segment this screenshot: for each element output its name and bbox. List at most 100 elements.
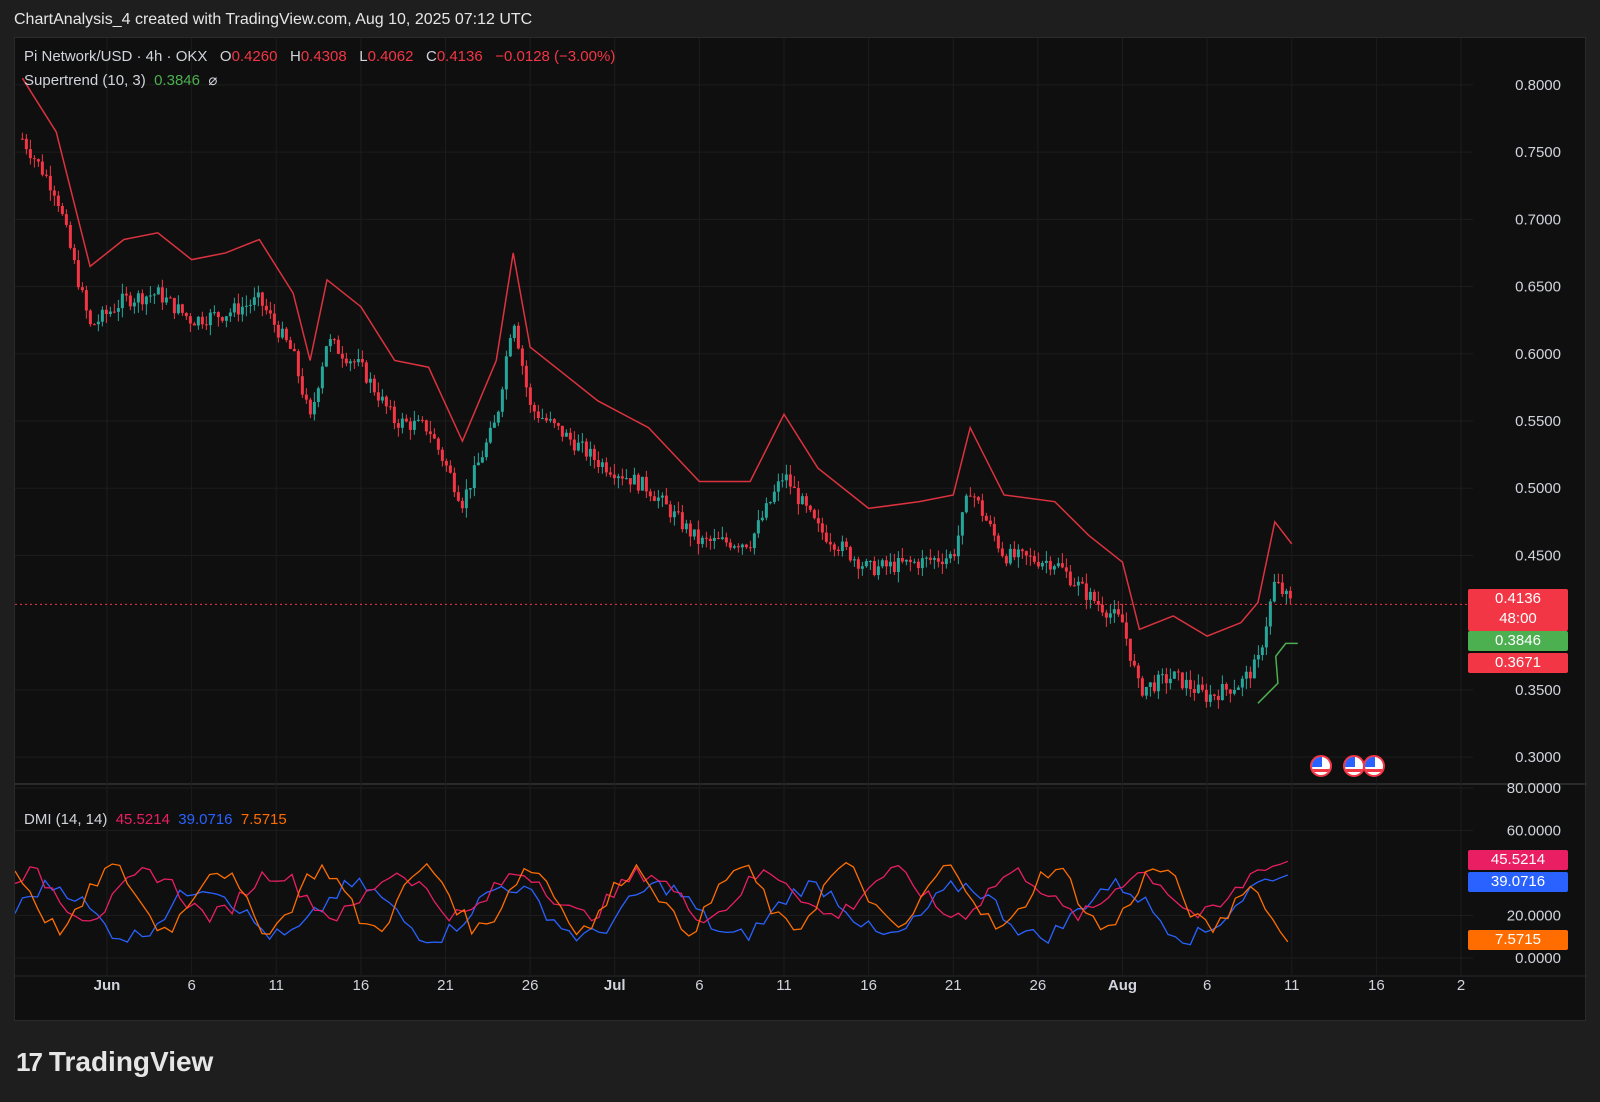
- candle-body: [32, 158, 36, 160]
- candle-body: [108, 311, 112, 315]
- candle-body: [152, 294, 156, 296]
- candle-body: [1016, 549, 1020, 558]
- candle-body: [632, 474, 636, 485]
- time-tick-label: 26: [522, 977, 539, 994]
- candle-body: [1132, 660, 1136, 666]
- dmi-adx-value: 7.5715: [240, 811, 287, 828]
- candle-body: [644, 476, 648, 492]
- change-value: −0.0128 (−3.00%): [495, 48, 616, 65]
- chart-panel[interactable]: Jun 6 11 16 21 26 Jul 6 11 16 21 26 Aug 6 11 16 2 0.8000 0…: [14, 37, 1587, 1022]
- price-tick-label: 0.6500: [1515, 279, 1561, 296]
- dmi-legend[interactable]: DMI (14, 14) 45.5214 39.0716 7.5715: [24, 811, 287, 828]
- candle-body: [376, 392, 380, 401]
- candle-body: [412, 420, 416, 430]
- candle-body: [1144, 686, 1148, 696]
- candle-body: [312, 401, 316, 415]
- candle-body: [524, 365, 528, 388]
- time-tick-label: 16: [860, 977, 877, 994]
- candle-body: [1044, 560, 1048, 563]
- candle-body: [1012, 548, 1016, 558]
- time-tick-label: 2: [1457, 977, 1465, 994]
- candle-body: [1140, 678, 1144, 696]
- us-economic-event-icon[interactable]: [1343, 755, 1365, 777]
- candle-body: [760, 517, 764, 521]
- candle-body: [724, 537, 728, 543]
- candle-body: [208, 312, 212, 326]
- candle-body: [972, 496, 976, 498]
- candle-body: [888, 561, 892, 567]
- candle-body: [248, 304, 252, 306]
- dmi-tick-label: 80.0000: [1507, 780, 1561, 797]
- candle-body: [764, 503, 768, 518]
- candle-body: [792, 486, 796, 488]
- candle-body: [1180, 672, 1184, 689]
- candle-body: [1212, 694, 1216, 696]
- hidden-icon[interactable]: ⌀: [208, 72, 217, 89]
- candle-body: [896, 558, 900, 572]
- candle-body: [1224, 683, 1228, 690]
- dmi-minus-di-tag: 45.5214: [1468, 850, 1568, 870]
- price-tick-label: 0.5000: [1515, 480, 1561, 497]
- us-economic-event-icon[interactable]: [1310, 755, 1332, 777]
- candle-body: [592, 448, 596, 460]
- candle-body: [56, 195, 60, 206]
- candle-body: [176, 304, 180, 314]
- candle-body: [44, 174, 48, 176]
- candle-body: [1048, 560, 1052, 570]
- candle-body: [388, 406, 392, 408]
- candle-body: [736, 546, 740, 548]
- candle-body: [340, 353, 344, 359]
- supertrend-legend[interactable]: Supertrend (10, 3) 0.3846 ⌀: [24, 71, 217, 89]
- candle-body: [1204, 689, 1208, 702]
- candle-body: [664, 495, 668, 505]
- candle-body: [1092, 591, 1096, 601]
- candle-body: [812, 509, 816, 519]
- chart-canvas[interactable]: Jun 6 11 16 21 26 Jul 6 11 16 21 26 Aug 6 11 16 2 0.8000 0…: [15, 38, 1587, 1022]
- candle-body: [280, 328, 284, 338]
- candle-body: [1036, 561, 1040, 567]
- candle-body: [1088, 591, 1092, 600]
- time-tick-label: 6: [187, 977, 195, 994]
- candle-body: [732, 546, 736, 548]
- tradingview-logo[interactable]: 17 TradingView: [16, 1046, 213, 1078]
- candle-body: [932, 558, 936, 560]
- us-economic-event-icon[interactable]: [1363, 755, 1385, 777]
- candle-body: [1108, 613, 1112, 618]
- candle-body: [744, 544, 748, 548]
- candle-body: [628, 478, 632, 485]
- candle-body: [436, 438, 440, 450]
- candle-body: [676, 511, 680, 513]
- candle-body: [1260, 647, 1264, 656]
- candle-body: [288, 340, 292, 349]
- candle-body: [992, 524, 996, 536]
- candle-body: [640, 476, 644, 491]
- candle-body: [840, 541, 844, 551]
- candle-body: [264, 305, 268, 311]
- candle-body: [1164, 674, 1168, 684]
- supertrend-down-line: [21, 77, 1293, 637]
- high-value: 0.4308: [300, 48, 347, 65]
- candle-body: [224, 316, 228, 321]
- candle-body: [1192, 689, 1196, 693]
- candle-body: [568, 432, 572, 440]
- candle-body: [1208, 694, 1212, 702]
- candle-body: [596, 459, 600, 467]
- time-tick-label: 6: [695, 977, 703, 994]
- candle-body: [496, 411, 500, 423]
- candle-body: [956, 535, 960, 557]
- candle-body: [144, 296, 148, 305]
- candle-body: [988, 520, 992, 525]
- candle-body: [1184, 679, 1188, 689]
- candle-body: [1152, 682, 1156, 692]
- candle-body: [800, 496, 804, 505]
- candle-body: [76, 260, 80, 288]
- candle-body: [348, 361, 352, 364]
- candle-body: [964, 495, 968, 513]
- time-tick-label: Jul: [604, 977, 626, 994]
- candle-body: [180, 304, 184, 313]
- candle-body: [708, 538, 712, 542]
- candle-body: [1276, 581, 1280, 583]
- candle-body: [272, 313, 276, 325]
- candle-body: [1168, 678, 1172, 684]
- symbol-label[interactable]: Pi Network/USD · 4h · OKX: [24, 48, 207, 65]
